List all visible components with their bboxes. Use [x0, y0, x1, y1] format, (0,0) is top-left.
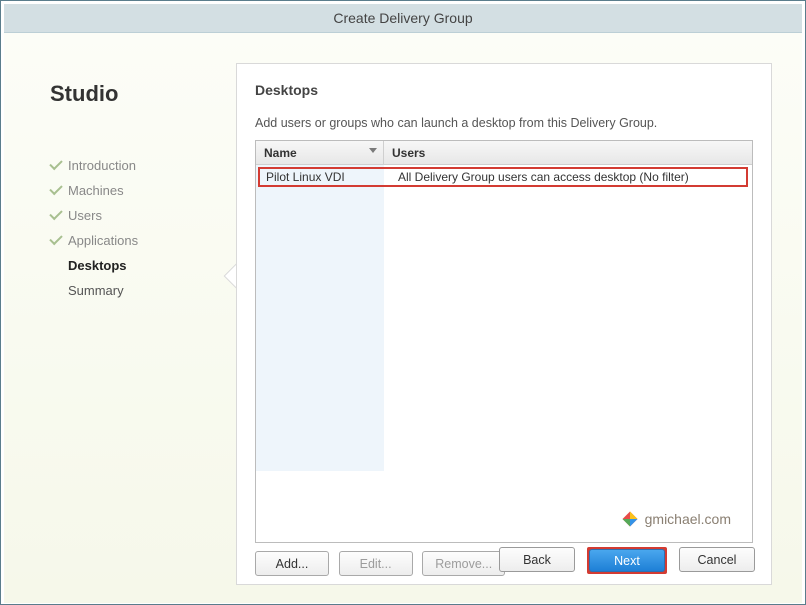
column-header-name[interactable]: Name	[256, 141, 384, 164]
table-row[interactable]: Pilot Linux VDI All Delivery Group users…	[258, 167, 748, 187]
dialog-body: Studio Introduction Machines Users Appli…	[4, 33, 802, 603]
cancel-button[interactable]: Cancel	[679, 547, 755, 572]
remove-button: Remove...	[422, 551, 505, 576]
page-heading: Desktops	[255, 82, 753, 98]
sidebar-item-users[interactable]: Users	[46, 203, 236, 228]
sidebar: Studio Introduction Machines Users Appli…	[4, 33, 236, 603]
sort-descending-icon	[369, 148, 377, 153]
window-title: Create Delivery Group	[4, 4, 802, 33]
next-button-highlight: Next	[587, 547, 667, 574]
wizard-buttons: Back Next Cancel	[499, 547, 755, 574]
column-header-users[interactable]: Users	[384, 141, 752, 164]
cell-name: Pilot Linux VDI	[260, 170, 390, 184]
edit-button: Edit...	[339, 551, 413, 576]
sidebar-notch	[223, 261, 237, 289]
sidebar-item-applications[interactable]: Applications	[46, 228, 236, 253]
table-header-row: Name Users	[256, 141, 752, 165]
next-button[interactable]: Next	[589, 549, 665, 572]
page-description: Add users or groups who can launch a des…	[255, 116, 753, 130]
desktops-table[interactable]: Name Users Pilot Linux VDI All Delivery …	[255, 140, 753, 543]
back-button[interactable]: Back	[499, 547, 575, 572]
main-panel: Desktops Add users or groups who can lau…	[236, 63, 772, 585]
product-title: Studio	[50, 81, 236, 107]
sidebar-item-desktops[interactable]: Desktops	[46, 253, 236, 278]
sidebar-item-introduction[interactable]: Introduction	[46, 153, 236, 178]
dialog-frame: Create Delivery Group Studio Introductio…	[0, 0, 806, 605]
cell-users: All Delivery Group users can access desk…	[390, 170, 689, 184]
table-body: Pilot Linux VDI All Delivery Group users…	[256, 165, 752, 471]
sidebar-item-machines[interactable]: Machines	[46, 178, 236, 203]
column-header-users-label: Users	[392, 146, 425, 160]
name-column-background	[256, 165, 384, 471]
wizard-steps: Introduction Machines Users Applications…	[46, 153, 236, 303]
sidebar-item-summary[interactable]: Summary	[46, 278, 236, 303]
column-header-name-label: Name	[264, 146, 297, 160]
add-button[interactable]: Add...	[255, 551, 329, 576]
